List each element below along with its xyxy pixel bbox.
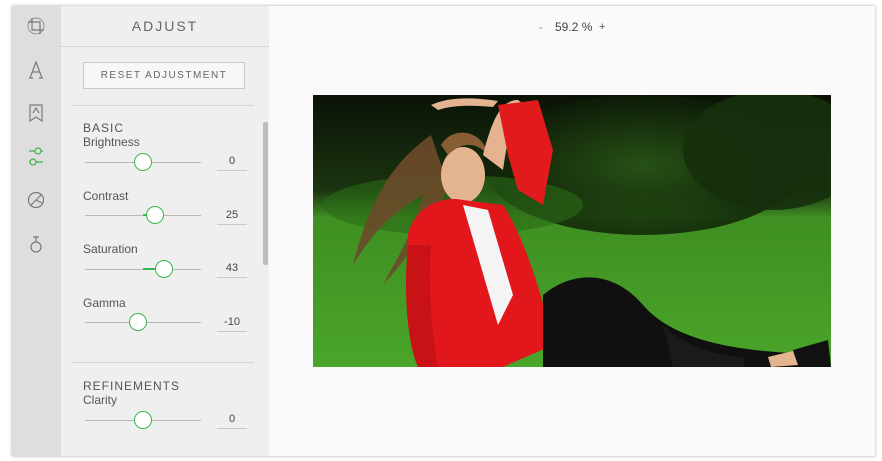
- reset-adjustment-button[interactable]: RESET ADJUSTMENT: [83, 62, 245, 89]
- zoom-level: 59.2 %: [555, 20, 593, 34]
- divider: [71, 105, 254, 106]
- divider: [71, 362, 254, 363]
- clarity-value-field[interactable]: [217, 410, 247, 429]
- saturation-label: Saturation: [83, 242, 138, 256]
- sticker-icon[interactable]: [24, 101, 48, 125]
- contrast-slider-handle[interactable]: [145, 206, 164, 224]
- gamma-slider-handle[interactable]: [129, 313, 148, 331]
- gamma-slider-track[interactable]: [85, 313, 201, 331]
- adjust-panel: ADJUST RESET ADJUSTMENT BASIC Brightness…: [61, 6, 269, 456]
- text-icon[interactable]: [24, 58, 48, 82]
- clarity-slider-handle[interactable]: [134, 411, 152, 429]
- divider: [61, 46, 269, 47]
- brightness-slider-track[interactable]: [85, 153, 201, 171]
- saturation-slider-handle[interactable]: [154, 260, 173, 278]
- tool-rail: [12, 6, 61, 456]
- filter-icon[interactable]: [24, 188, 48, 212]
- panel-scrollbar[interactable]: [263, 122, 268, 265]
- gamma-label: Gamma: [83, 296, 126, 310]
- panel-title: ADJUST: [131, 18, 199, 34]
- gamma-value-field[interactable]: [217, 313, 247, 332]
- focus-icon[interactable]: [24, 232, 48, 256]
- photo-preview: [313, 95, 831, 367]
- refinements-section-title: REFINEMENTS: [83, 379, 181, 393]
- crop-icon[interactable]: [24, 14, 48, 38]
- saturation-slider-track[interactable]: [85, 260, 201, 278]
- contrast-slider-track[interactable]: [85, 206, 201, 224]
- photo-image: [313, 95, 831, 367]
- zoom-out-button[interactable]: -: [539, 22, 543, 34]
- image-canvas: - 59.2 % +: [269, 6, 875, 456]
- photo-editor-window: ADJUST RESET ADJUSTMENT BASIC Brightness…: [12, 6, 875, 456]
- brightness-label: Brightness: [83, 135, 140, 149]
- adjust-icon[interactable]: [24, 145, 48, 169]
- contrast-label: Contrast: [83, 189, 129, 203]
- zoom-in-button[interactable]: +: [599, 21, 605, 33]
- brightness-slider-handle[interactable]: [134, 153, 152, 171]
- basic-section-title: BASIC: [83, 121, 125, 135]
- saturation-value-field[interactable]: [217, 259, 247, 278]
- clarity-label: Clarity: [83, 393, 118, 407]
- brightness-value-field[interactable]: [217, 152, 247, 171]
- contrast-value-field[interactable]: [217, 206, 247, 225]
- clarity-slider-track[interactable]: [85, 411, 201, 429]
